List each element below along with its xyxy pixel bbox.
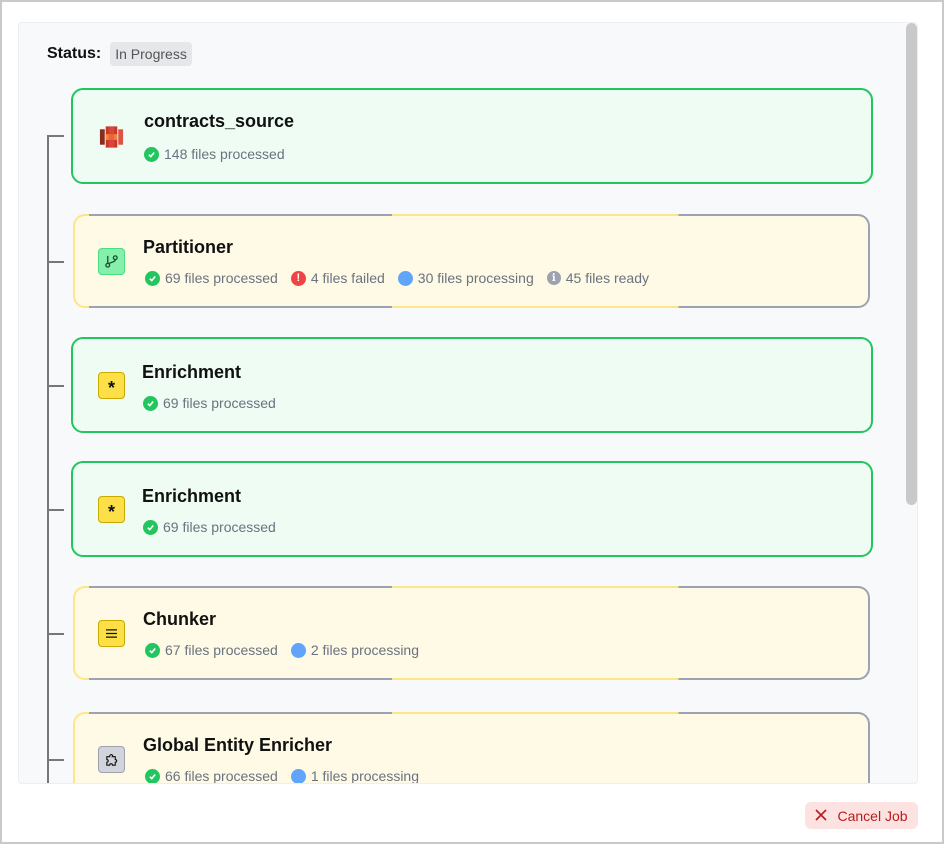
status-row: Status: In Progress: [47, 42, 192, 66]
tree-tick: [47, 261, 64, 263]
stat-text: 4 files failed: [310, 270, 385, 286]
stat-processing: 1 files processing: [290, 768, 420, 784]
check-circle-icon: [145, 270, 160, 286]
tree-connector-line: [47, 136, 49, 783]
tree-tick: [47, 385, 64, 387]
tree-tick: [47, 509, 64, 511]
node-stats: 69 files processed: [143, 519, 289, 535]
stat-text: 69 files processed: [165, 270, 278, 286]
node-title: Enrichment: [142, 362, 242, 382]
node-stats: 148 files processed: [144, 146, 298, 162]
stat-ready: i 45 files ready: [546, 270, 650, 286]
node-title: Enrichment: [142, 486, 242, 506]
stat-success: 69 files processed: [143, 519, 276, 535]
status-badge: In Progress: [110, 42, 192, 66]
stat-text: 67 files processed: [165, 642, 278, 658]
stat-text: 69 files processed: [163, 519, 276, 535]
check-circle-icon: [145, 642, 160, 658]
node-title: Global Entity Enricher: [143, 735, 333, 755]
pipeline-node-enrichment[interactable]: * Enrichment 69 files processed: [71, 337, 873, 433]
close-icon: [815, 808, 828, 824]
node-stats: 69 files processed ! 4 files failed 30 f…: [145, 270, 662, 286]
status-label: Status:: [47, 45, 102, 62]
stat-failed: ! 4 files failed: [290, 270, 385, 286]
node-title: Partitioner: [143, 237, 234, 257]
stat-text: 66 files processed: [165, 768, 278, 784]
stat-success: 66 files processed: [145, 768, 278, 784]
check-circle-icon: [143, 519, 158, 535]
aws-s3-icon: [98, 123, 125, 150]
pipeline-node-contracts-source[interactable]: contracts_source 148 files processed: [71, 88, 873, 184]
asterisk-icon: *: [98, 496, 125, 523]
node-title: Chunker: [143, 609, 217, 629]
stat-text: 2 files processing: [310, 642, 420, 658]
error-icon: !: [290, 270, 306, 286]
stat-text: 1 files processing: [310, 768, 420, 784]
puzzle-icon: [98, 746, 125, 773]
stat-success: 69 files processed: [143, 395, 276, 411]
stat-text: 30 files processing: [417, 270, 534, 286]
pipeline-node-enrichment[interactable]: * Enrichment 69 files processed: [71, 461, 873, 557]
node-stats: 66 files processed 1 files processing: [145, 768, 432, 784]
menu-lines-icon: [98, 620, 125, 647]
cancel-job-button[interactable]: Cancel Job: [805, 802, 918, 829]
vertical-scrollbar[interactable]: [906, 23, 917, 505]
info-icon: i: [546, 271, 561, 285]
stat-processing: 2 files processing: [290, 642, 420, 658]
stat-text: 148 files processed: [164, 146, 285, 162]
processing-dot-icon: [290, 768, 306, 783]
stat-processing: 30 files processing: [397, 270, 534, 286]
pipeline-panel: Status: In Progress contracts_source 148…: [18, 22, 918, 784]
asterisk-icon: *: [98, 372, 125, 399]
check-circle-icon: [145, 768, 160, 783]
check-circle-icon: [143, 395, 158, 411]
node-stats: 69 files processed: [143, 395, 289, 411]
pipeline-node-partitioner[interactable]: Partitioner 69 files processed ! 4 files…: [73, 214, 870, 308]
branch-icon: [98, 248, 125, 275]
stat-text: 69 files processed: [163, 395, 276, 411]
node-title: contracts_source: [144, 111, 295, 131]
tree-tick: [47, 135, 64, 137]
tree-tick: [47, 633, 64, 635]
stat-text: 45 files ready: [565, 270, 650, 286]
stat-success: 67 files processed: [145, 642, 278, 658]
cancel-job-label: Cancel Job: [837, 807, 908, 824]
node-stats: 67 files processed 2 files processing: [145, 642, 432, 658]
stat-success: 148 files processed: [144, 146, 285, 162]
pipeline-node-global-entity-enricher[interactable]: Global Entity Enricher 66 files processe…: [73, 712, 870, 784]
dialog-frame: Status: In Progress contracts_source 148…: [0, 0, 944, 844]
check-circle-icon: [144, 146, 159, 162]
processing-dot-icon: [397, 270, 413, 286]
processing-dot-icon: [290, 642, 306, 658]
stat-success: 69 files processed: [145, 270, 278, 286]
pipeline-node-chunker[interactable]: Chunker 67 files processed 2 files proce…: [73, 586, 870, 680]
tree-tick: [47, 759, 64, 761]
